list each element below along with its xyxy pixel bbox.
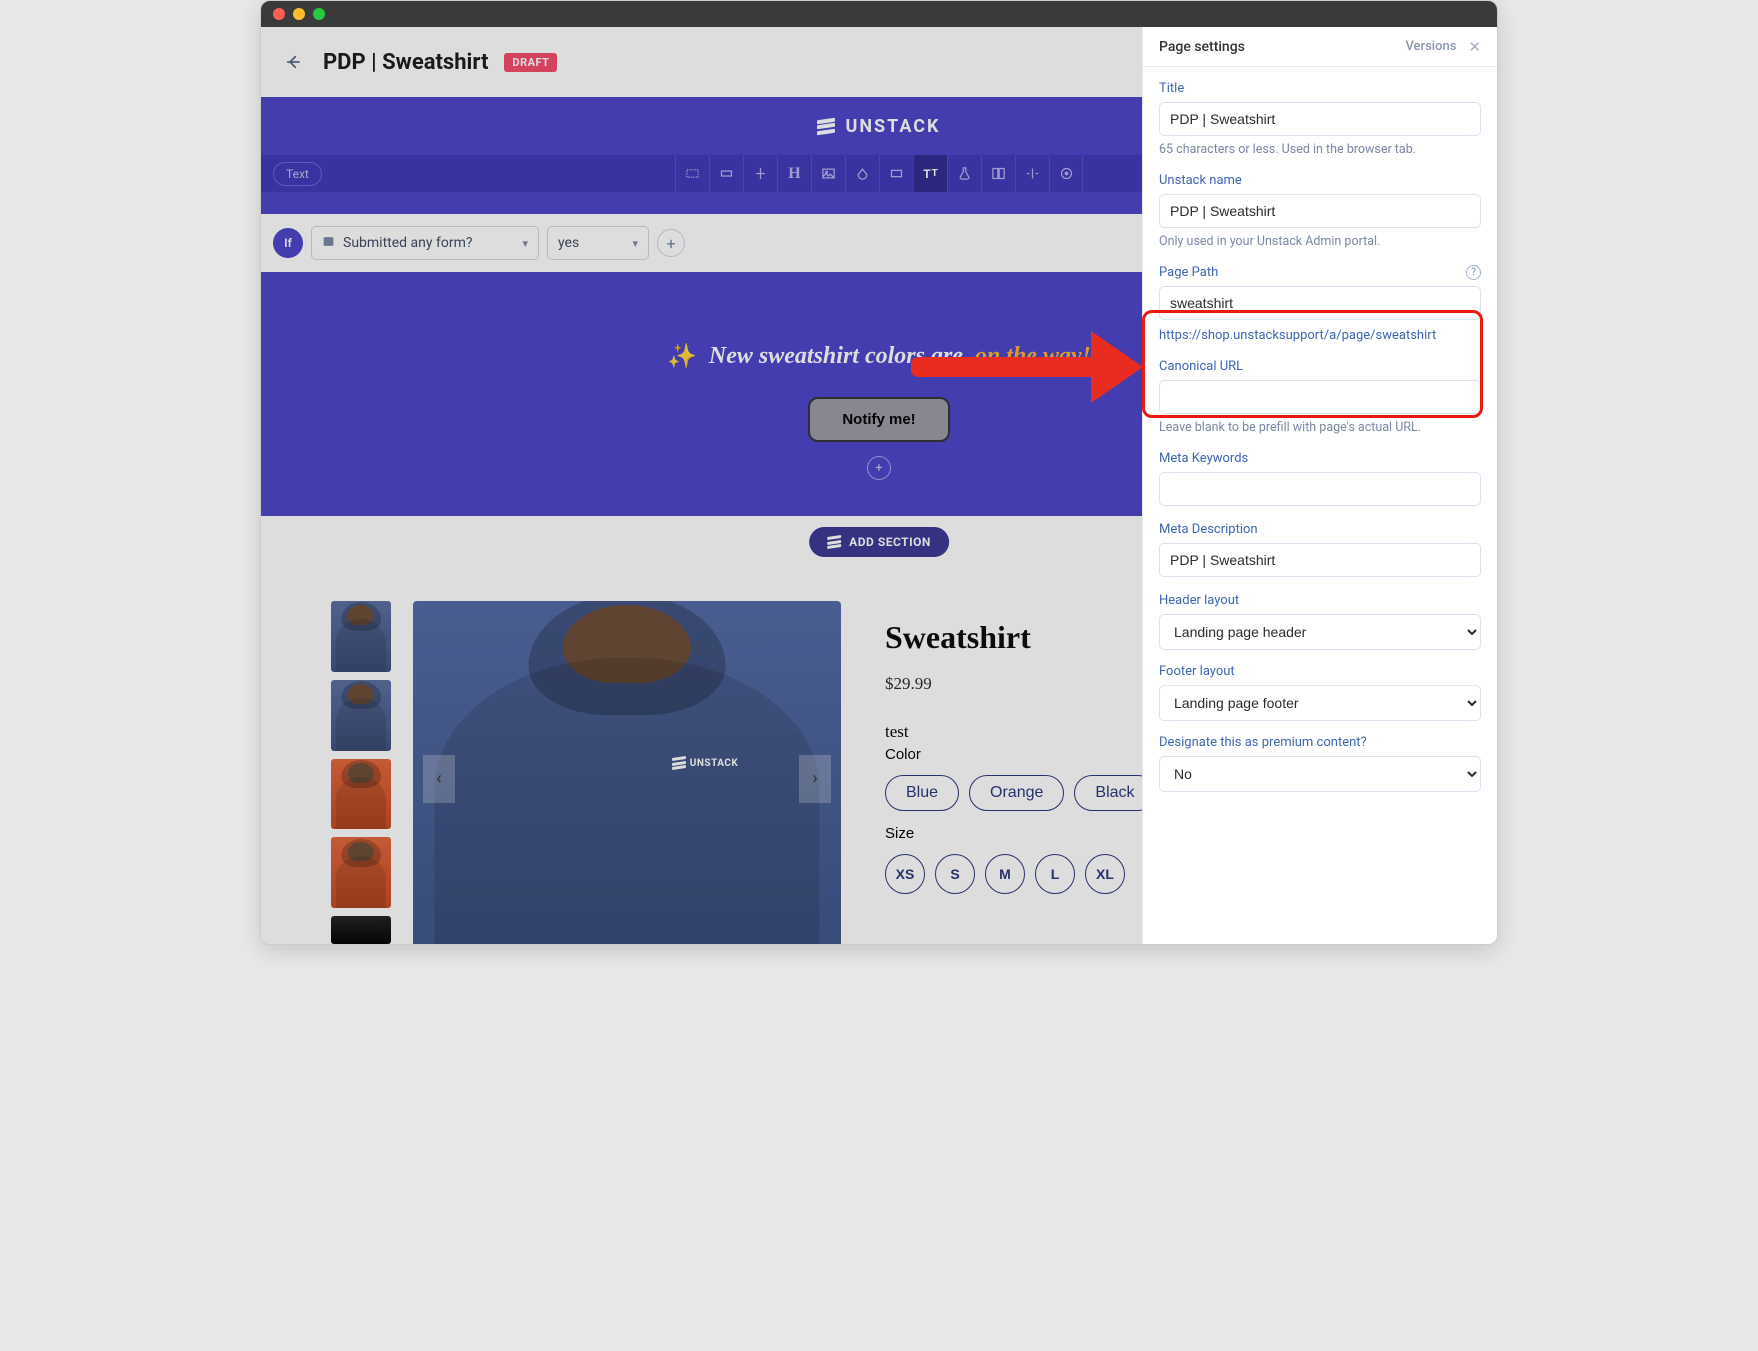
title-input[interactable] [1159,102,1481,136]
meta-keywords-input[interactable] [1159,472,1481,506]
app-window: PDP | Sweatshirt DRAFT UNSTACK Text H [260,0,1498,945]
meta-description-input[interactable] [1159,543,1481,577]
unstack-name-hint: Only used in your Unstack Admin portal. [1159,234,1481,249]
footer-layout-select[interactable]: Landing page footer [1159,685,1481,721]
meta-keywords-label: Meta Keywords [1159,451,1481,466]
window-maximize-icon[interactable] [313,8,325,20]
page-settings-panel: Page settings Versions ✕ Title 65 charac… [1142,27,1497,944]
premium-content-label: Designate this as premium content? [1159,735,1481,750]
canonical-url-input[interactable] [1159,380,1481,414]
footer-layout-label: Footer layout [1159,664,1481,679]
annotation-arrow-icon [911,317,1151,417]
title-label: Title [1159,81,1481,96]
panel-header: Page settings Versions ✕ [1143,27,1497,67]
window-minimize-icon[interactable] [293,8,305,20]
versions-link[interactable]: Versions [1405,39,1456,54]
close-icon[interactable]: ✕ [1468,38,1481,56]
header-layout-select[interactable]: Landing page header [1159,614,1481,650]
canonical-hint: Leave blank to be prefill with page's ac… [1159,420,1481,435]
unstack-name-label: Unstack name [1159,173,1481,188]
window-close-icon[interactable] [273,8,285,20]
canonical-url-label: Canonical URL [1159,359,1481,374]
panel-title: Page settings [1159,39,1245,55]
window-titlebar [261,1,1497,27]
meta-description-label: Meta Description [1159,522,1481,537]
header-layout-label: Header layout [1159,593,1481,608]
unstack-name-input[interactable] [1159,194,1481,228]
page-path-input[interactable] [1159,286,1481,320]
page-path-url-preview: https://shop.unstacksupport/a/page/sweat… [1159,328,1481,343]
premium-content-select[interactable]: No [1159,756,1481,792]
page-path-label: Page Path ? [1159,265,1481,280]
help-icon[interactable]: ? [1466,265,1481,280]
title-hint: 65 characters or less. Used in the brows… [1159,142,1481,157]
